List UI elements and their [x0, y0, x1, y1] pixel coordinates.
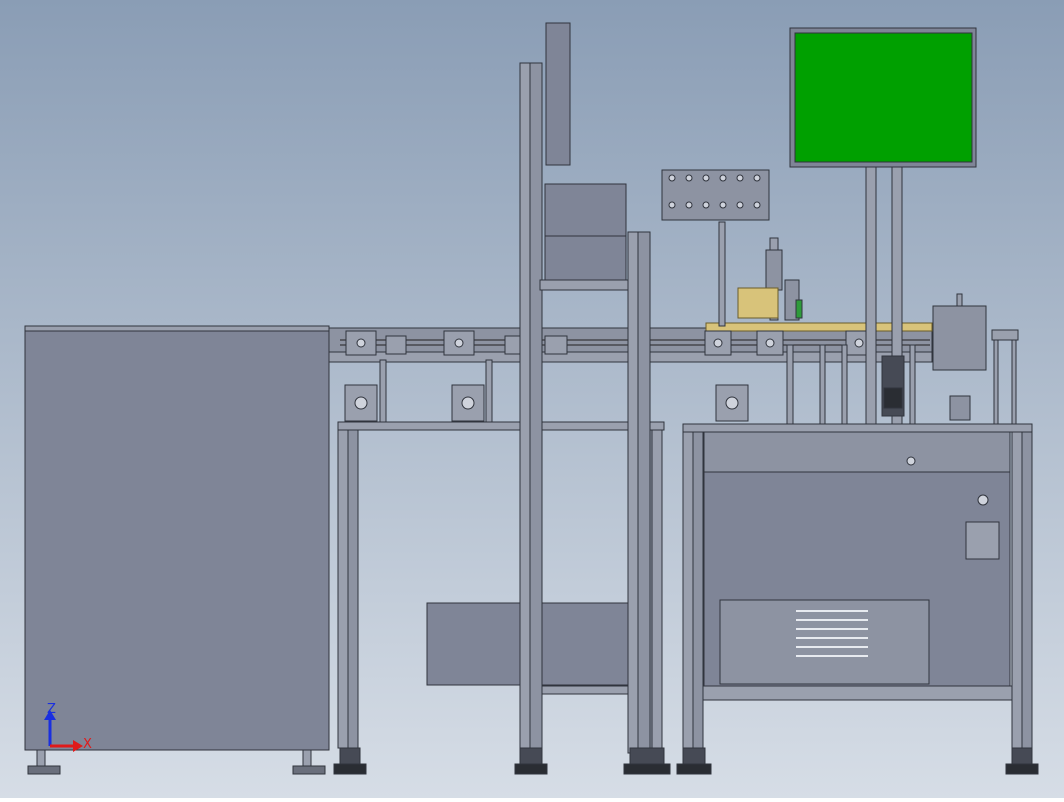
- cad-model-viewport[interactable]: Z X: [0, 0, 1064, 798]
- vent-panel: [719, 599, 930, 685]
- assembly-drawing: Z X: [0, 0, 1064, 798]
- x-axis-label: X: [83, 737, 92, 752]
- drive-motor: [881, 355, 905, 417]
- cabinet-switch[interactable]: [965, 521, 1000, 560]
- vertical-tower-right[interactable]: [627, 231, 651, 754]
- z-axis-label: Z: [47, 702, 56, 717]
- monitor-screen: [794, 32, 973, 163]
- left-cabinet[interactable]: [24, 325, 330, 775]
